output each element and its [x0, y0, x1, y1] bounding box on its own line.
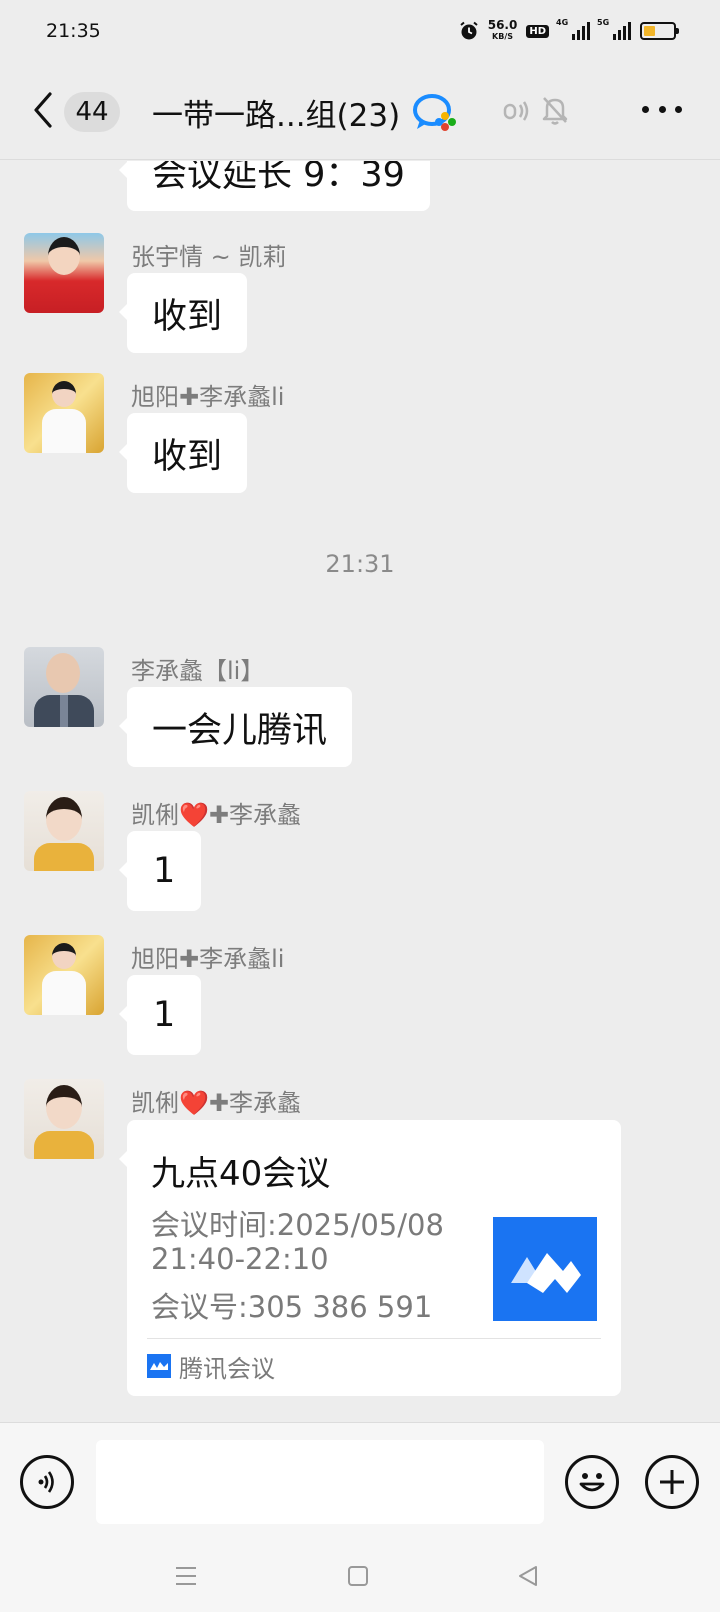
avatar[interactable] — [24, 1079, 104, 1159]
more-dot — [658, 106, 666, 113]
net-speed-unit: KB/S — [492, 32, 514, 41]
message-bubble[interactable]: 收到 — [118, 273, 248, 353]
message-text: 收到 — [152, 296, 223, 337]
meeting-time-line2: 21:40-22:10 — [151, 1242, 329, 1276]
hd-badge: HD — [526, 24, 549, 38]
emoji-button[interactable] — [565, 1455, 619, 1509]
more-dot — [675, 106, 682, 113]
avatar[interactable] — [24, 373, 104, 453]
net-speed-value: 56.0 — [487, 18, 518, 32]
voice-output-icon[interactable] — [502, 96, 532, 126]
signal-4g-tag: 4G — [556, 18, 569, 27]
message-bubble[interactable]: 收到 — [118, 413, 248, 493]
tencent-meeting-logo-icon — [493, 1217, 597, 1321]
signal-5g-icon: 5G — [597, 18, 631, 40]
battery-icon — [640, 22, 679, 40]
plus-icon — [660, 1470, 684, 1494]
system-nav-bar — [0, 1540, 720, 1612]
chat-messages[interactable]: 会议延长 9：39 张宇情 ~ 凯莉 收到 旭阳✚李承蠡li 收到 21:31 … — [0, 161, 720, 1421]
group-chat-icon — [413, 94, 456, 131]
battery-fill — [644, 26, 656, 36]
unread-count-badge[interactable]: 44 — [64, 92, 120, 132]
sender-name: 旭阳✚李承蠡li — [131, 945, 285, 973]
message-text: 1 — [153, 995, 176, 1035]
message-text: 收到 — [152, 436, 223, 477]
menu-icon[interactable] — [172, 1562, 200, 1590]
voice-input-button[interactable] — [20, 1455, 74, 1509]
back-button[interactable] — [28, 90, 58, 130]
message-bubble[interactable]: 会议延长 9：39 — [119, 161, 430, 211]
home-icon[interactable] — [344, 1562, 372, 1590]
plus-button[interactable] — [645, 1455, 699, 1509]
mute-bell-icon[interactable] — [540, 94, 570, 126]
avatar[interactable] — [24, 233, 104, 313]
message-bubble[interactable]: 一会儿腾讯 — [118, 687, 353, 767]
status-icons: 56.0 KB/S HD 4G 5G — [459, 18, 679, 42]
message-text: 1 — [153, 851, 176, 891]
more-button[interactable] — [642, 106, 682, 116]
avatar[interactable] — [24, 647, 104, 727]
card-source: 腾讯会议 — [147, 1348, 275, 1384]
meeting-id: 会议号:305 386 591 — [151, 1290, 433, 1324]
meeting-card[interactable]: 九点40会议 会议时间:2025/05/08 21:40-22:10 会议号:3… — [119, 1120, 621, 1396]
card-divider — [147, 1338, 601, 1339]
signal-4g-icon: 4G — [556, 18, 590, 40]
message-bubble[interactable]: 1 — [118, 831, 202, 911]
status-bar: 21:35 56.0 KB/S HD 4G 5G — [0, 0, 720, 62]
sender-name: 李承蠡【li】 — [131, 657, 265, 685]
time-separator: 21:31 — [325, 550, 395, 578]
sender-name: 旭阳✚李承蠡li — [131, 383, 285, 411]
more-dot — [642, 106, 649, 113]
sender-name: 凯俐❤️✚李承蠡 — [131, 801, 301, 829]
message-input[interactable] — [96, 1440, 544, 1524]
meeting-title: 九点40会议 — [151, 1154, 331, 1194]
sender-name: 张宇情 ~ 凯莉 — [131, 243, 287, 271]
message-text: 会议延长 9：39 — [152, 161, 405, 195]
status-time: 21:35 — [46, 20, 101, 42]
meeting-time-line1: 会议时间:2025/05/08 — [151, 1208, 444, 1242]
message-bubble[interactable]: 1 — [118, 975, 202, 1055]
signal-5g-tag: 5G — [597, 18, 610, 27]
back-arrow-icon — [34, 92, 52, 128]
chat-title[interactable]: 一带一路...组(23) — [152, 90, 400, 135]
emoji-icon — [579, 1473, 605, 1492]
alarm-icon — [460, 21, 478, 40]
card-source-label: 腾讯会议 — [179, 1354, 275, 1383]
net-speed: 56.0 KB/S — [487, 18, 518, 42]
tencent-meeting-small-icon — [147, 1354, 171, 1378]
input-bar — [0, 1422, 720, 1540]
voice-input-icon — [38, 1471, 54, 1493]
sender-name: 凯俐❤️✚李承蠡 — [131, 1089, 301, 1117]
avatar[interactable] — [24, 935, 104, 1015]
back-triangle-icon[interactable] — [514, 1562, 542, 1590]
chat-header: 44 一带一路...组(23) — [0, 62, 720, 160]
message-text: 一会儿腾讯 — [152, 710, 328, 751]
avatar[interactable] — [24, 791, 104, 871]
